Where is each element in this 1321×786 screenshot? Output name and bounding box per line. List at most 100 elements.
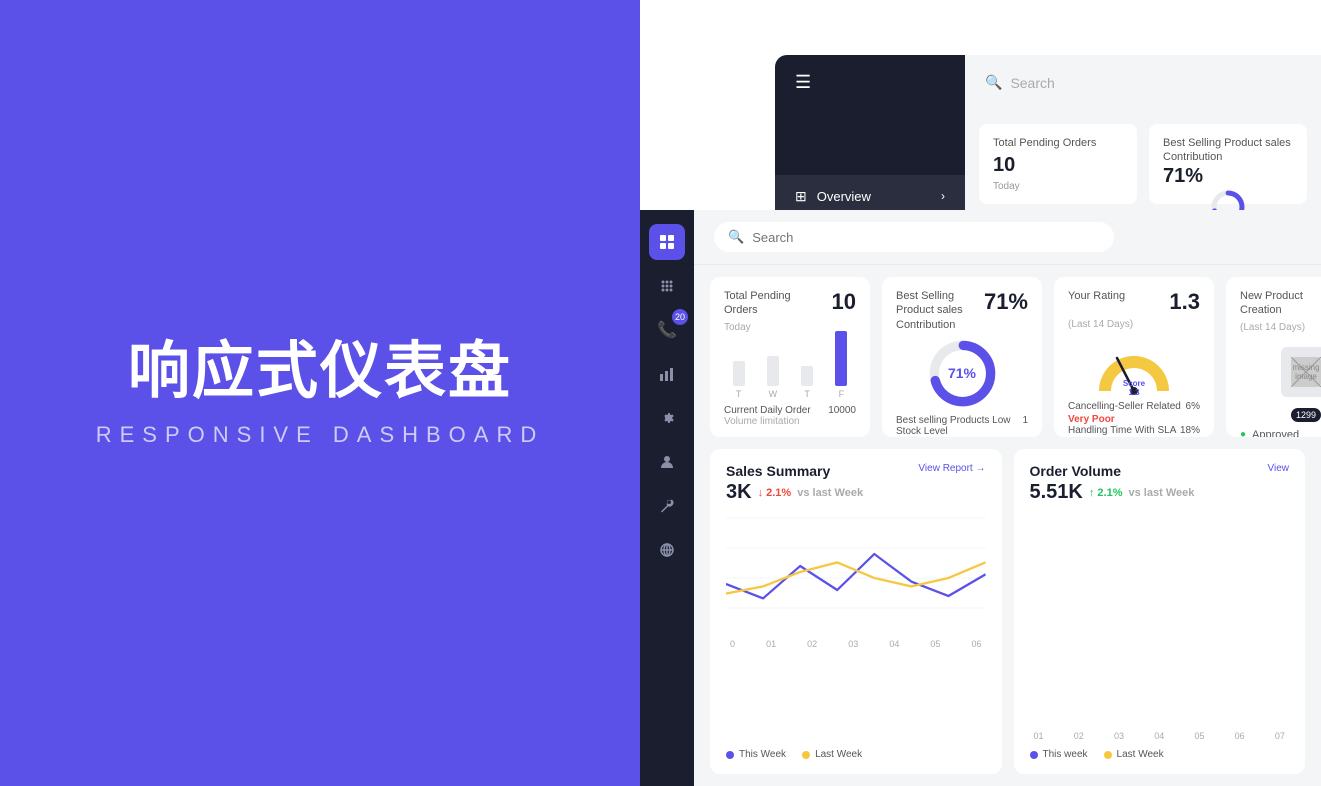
donut-container: 71% — [896, 336, 1028, 411]
legend-label-this-week: This Week — [739, 749, 786, 760]
stat-card-header-4: New Product Creation — [1240, 289, 1321, 318]
bg-stat-value-2: 71% — [1163, 165, 1293, 188]
legend-last-week-orders: Last Week — [1104, 749, 1164, 760]
bg-stat-title-1: Total Pending Orders — [993, 136, 1123, 150]
search-input[interactable] — [752, 230, 1100, 245]
dashboard-fg: 📞 20 — [640, 210, 1321, 786]
x-label-6: 06 — [971, 639, 981, 649]
stat-card-footer-1: Current Daily Order 10000 Volume limitat… — [724, 405, 856, 427]
stat-card-header-1: Total Pending Orders 10 — [724, 289, 856, 318]
bg-cards-row: Total Pending Orders 10 Today Best Selli… — [965, 110, 1321, 218]
legend-this-week-sales: This Week — [726, 749, 786, 760]
product-visual: missing image — [1240, 343, 1321, 401]
stat-card-pending-orders: Total Pending Orders 10 Today T — [710, 277, 870, 437]
bg-nav-arrow: › — [941, 189, 945, 203]
bar-chart-icon — [659, 366, 675, 382]
stat-card-title-4: New Product Creation — [1240, 289, 1321, 318]
sidebar-icon-phone[interactable]: 📞 20 — [649, 312, 685, 348]
sales-change-sub: vs last Week — [797, 487, 863, 499]
stat-card-footer-2: Best selling Products Low Stock Level 1 … — [896, 415, 1028, 437]
very-poor-1: Very Poor — [1068, 414, 1115, 425]
product-chip: 1299 — [1291, 408, 1321, 422]
order-x-3: 03 — [1114, 731, 1124, 741]
bar-label-f: F — [839, 389, 845, 399]
x-label-1: 01 — [766, 639, 776, 649]
stat-card-sub-4: (Last 14 Days) — [1240, 322, 1321, 333]
chart-legend-orders: This week Last Week — [1030, 749, 1290, 760]
sidebar-icon-chart[interactable] — [649, 356, 685, 392]
orders-change: ↑ 2.1% — [1089, 487, 1123, 499]
bg-nav-icon: ⊞ — [795, 188, 807, 205]
user-icon — [659, 454, 675, 470]
search-input-wrapper[interactable]: 🔍 — [714, 222, 1114, 252]
gear-icon — [659, 410, 675, 426]
sidebar-icon-globe[interactable] — [649, 532, 685, 568]
rating-status-1: Very Poor — [1068, 414, 1200, 425]
search-bar: 🔍 — [694, 210, 1321, 265]
phone-badge: 20 — [672, 309, 688, 325]
stat-card-header-2: Best Selling Product sales Contribution … — [896, 289, 1028, 332]
stat-card-rating: Your Rating 1.3 (Last 14 Days) — [1054, 277, 1214, 437]
stat-card-best-selling: Best Selling Product sales Contribution … — [882, 277, 1042, 437]
sidebar-icon-user[interactable] — [649, 444, 685, 480]
legend-dot-yellow — [802, 751, 810, 759]
wrench-icon — [659, 498, 675, 514]
rating-label-2: Handling Time With SLA — [1068, 425, 1176, 436]
svg-text:Score: Score — [1123, 379, 1146, 388]
sales-value: 3K — [726, 481, 752, 504]
rating-row-1: Cancelling-Seller Related 6% — [1068, 401, 1200, 412]
stat-card-value-2: 71% — [984, 289, 1028, 315]
x-label-2: 02 — [807, 639, 817, 649]
rating-pct-2: 18% — [1180, 425, 1200, 436]
promo-title: 响应式仪表盘 — [128, 338, 512, 406]
footer-value-2a: 1 — [1022, 415, 1028, 437]
footer-sub-1: Volume limitation — [724, 416, 856, 427]
chart-legend-sales: This Week Last Week — [726, 749, 986, 760]
stats-row: Total Pending Orders 10 Today T — [694, 265, 1321, 449]
order-x-5: 05 — [1194, 731, 1204, 741]
bar-chart-area-orders — [1030, 512, 1290, 729]
charts-row: Sales Summary View Report → 3K ↓ 2.1% vs… — [694, 449, 1321, 786]
donut-text: 71% — [948, 365, 976, 381]
approved-icon: ● — [1240, 429, 1246, 437]
line-chart-svg — [726, 512, 986, 632]
search-icon: 🔍 — [728, 229, 744, 245]
order-legend-dot-blue — [1030, 751, 1038, 759]
x-label-0: 0 — [730, 639, 735, 649]
bar-chart-container-1: T W T F — [724, 339, 856, 399]
hamburger-icon-bg: ☰ — [795, 72, 811, 93]
chart-view-report-sales[interactable]: View Report → — [918, 463, 985, 474]
order-x-4: 04 — [1154, 731, 1164, 741]
stat-card-bottom-3: Cancelling-Seller Related 6% Very Poor H… — [1068, 401, 1200, 437]
bg-stat-value-1: 10 — [993, 154, 1123, 177]
chart-view-report-orders[interactable]: View — [1268, 463, 1290, 474]
footer-value-1: 10000 — [828, 405, 856, 416]
gauge-container: Score 1.3 — [1068, 336, 1200, 401]
gauge-svg: Score 1.3 — [1089, 336, 1179, 401]
bg-stat-card-2: Best Selling Product sales Contribution … — [1149, 124, 1307, 204]
sidebar-icon-dots[interactable] — [649, 268, 685, 304]
sales-change: ↓ 2.1% — [758, 487, 792, 499]
missing-image-text: missing image — [1291, 363, 1321, 381]
bg-nav-label: Overview — [817, 189, 871, 204]
bar-f — [835, 331, 847, 386]
order-x-2: 02 — [1074, 731, 1084, 741]
sidebar-icon-wrench[interactable] — [649, 488, 685, 524]
bar-label-w: W — [769, 389, 778, 399]
chart-stat-sales: 3K ↓ 2.1% vs last Week — [726, 481, 986, 504]
stat-card-new-product: New Product Creation (Last 14 Days) miss… — [1226, 277, 1321, 437]
legend-label-last-week: Last Week — [815, 749, 862, 760]
chart-title-orders: Order Volume — [1030, 463, 1122, 479]
promo-area: 响应式仪表盘 RESPONSIVE DASHBOARD — [0, 0, 640, 786]
bar-col-w: W — [758, 356, 787, 399]
sidebar-icon-gear[interactable] — [649, 400, 685, 436]
sidebar-icon-grid[interactable] — [649, 224, 685, 260]
product-status-approved: ● Approved — [1240, 429, 1321, 437]
order-legend-this-week: This week — [1043, 749, 1088, 760]
rating-label-1: Cancelling-Seller Related — [1068, 401, 1181, 412]
chart-card-order-volume: Order Volume View 5.51K ↑ 2.1% vs last W… — [1014, 449, 1306, 774]
bar-col-t1: T — [724, 361, 753, 399]
x-axis-orders: 01 02 03 04 05 06 07 — [1030, 731, 1290, 741]
stat-card-value-3: 1.3 — [1169, 289, 1200, 315]
rating-pct-1: 6% — [1186, 401, 1200, 412]
